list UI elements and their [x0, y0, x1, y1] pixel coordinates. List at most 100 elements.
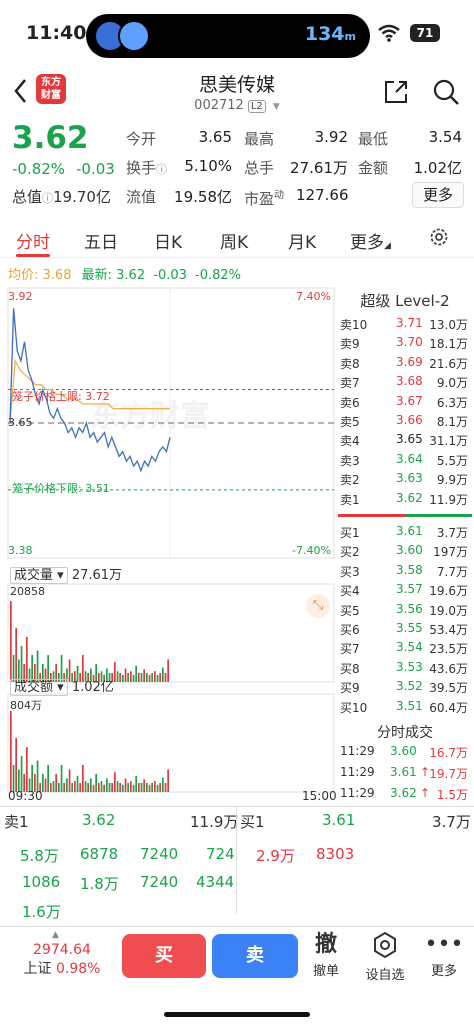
ticks-title: 分时成交 [377, 725, 433, 741]
amount-bar [154, 781, 156, 792]
tick-time: 11:29 [340, 765, 375, 779]
total-value[interactable]: 总值ⓘ19.70亿 [12, 186, 111, 207]
index-ticker[interactable]: 2974.64 上证 0.98% [12, 938, 112, 984]
ask-row[interactable]: 卖7 3.68 9.0万 [340, 374, 468, 393]
tab-daily-k[interactable]: 日K [154, 228, 182, 253]
ask-price: 3.62 [396, 490, 423, 505]
status-bar: 11:40 134m 71 [0, 0, 474, 70]
bid-row[interactable]: 买2 3.60 197万 [340, 543, 468, 562]
tick-price: 3.60 [390, 744, 417, 758]
amount-bar [92, 784, 95, 792]
ask-row[interactable]: 卖10 3.71 13.0万 [340, 316, 468, 335]
tab-intraday[interactable]: 分时 [16, 228, 50, 253]
amount-bar [84, 781, 87, 792]
volume-label[interactable]: 成交量 ▾ 27.61万 [10, 564, 122, 584]
bid-price: 3.51 [396, 698, 423, 713]
volume-bar [124, 668, 127, 682]
share-icon[interactable] [382, 78, 410, 106]
pe-superscript: 动 [274, 190, 285, 201]
bid-label: 买3 [340, 564, 360, 579]
ask-volume: 18.1万 [429, 337, 468, 352]
volume-bar [140, 673, 143, 682]
buy-button[interactable]: 买 [122, 934, 206, 978]
amount-bar [55, 774, 57, 792]
amount-bar [82, 765, 84, 792]
amount-bar [12, 765, 15, 792]
volume-bar [135, 665, 137, 682]
bid-price: 3.52 [396, 679, 423, 694]
change-percent: -0.82% [12, 160, 66, 178]
ask-label: 卖2 [340, 473, 360, 488]
ask-row[interactable]: 卖8 3.69 21.6万 [340, 355, 468, 374]
more-stats-button[interactable]: 更多 [412, 182, 464, 208]
stat-label: 市盈动 [244, 186, 284, 209]
amount-bar [87, 783, 89, 792]
ask-row[interactable]: 卖3 3.64 5.5万 [340, 452, 468, 471]
gear-icon[interactable] [428, 226, 450, 248]
search-icon[interactable] [432, 78, 460, 106]
amount-label[interactable]: 成交额 ▾ 1.02亿 [10, 676, 114, 696]
ask-price: 3.63 [396, 471, 423, 486]
ask-row[interactable]: 卖9 3.70 18.1万 [340, 335, 468, 354]
bid-label: 买8 [340, 661, 360, 676]
tab-monthly-k[interactable]: 月K [288, 228, 316, 253]
bid-row[interactable]: 买1 3.61 3.7万 [340, 524, 468, 543]
clock: 11:40 [26, 22, 87, 44]
expand-icon[interactable]: ⤡ [306, 594, 330, 618]
amount-bar [36, 760, 39, 792]
y-low-label: 3.38 [8, 544, 33, 557]
tick-row: 11:29 3.61 ↑ 19.7万 [340, 765, 468, 783]
bid-row[interactable]: 买7 3.54 23.5万 [340, 640, 468, 659]
bid-row[interactable]: 买10 3.51 60.4万 [340, 699, 468, 718]
bid-row[interactable]: 买8 3.53 43.6万 [340, 660, 468, 679]
dynamic-island[interactable]: 134m [86, 14, 370, 58]
pct-high-label: 7.40% [296, 290, 331, 303]
bid-volume: 7.7万 [436, 564, 468, 579]
amount-selector[interactable]: 成交额 ▾ [10, 679, 68, 696]
stat-value: 3.92 [314, 128, 348, 146]
amount-bar [119, 783, 121, 792]
bid-row[interactable]: 买9 3.52 39.5万 [340, 679, 468, 698]
bid-label: 买10 [340, 700, 368, 715]
amount-bar [156, 784, 159, 792]
corner-arrow-icon: ◢ [384, 241, 391, 251]
sell-queue-item: 1.6万 [22, 903, 61, 921]
cancel-order-button[interactable]: 撤 撤单 [298, 930, 354, 979]
volume-max-label: 20858 [10, 585, 45, 598]
ask-row[interactable]: 卖4 3.65 31.1万 [340, 432, 468, 451]
latest-pct: -0.82% [195, 268, 242, 283]
sell-button[interactable]: 卖 [212, 934, 298, 978]
stat-label: 最低 [358, 130, 389, 148]
ask-volume: 11.9万 [429, 492, 468, 507]
tab-more[interactable]: 更多◢ [350, 228, 391, 253]
ask-price: 3.65 [396, 432, 423, 447]
stat-label: 流值 [126, 188, 157, 206]
ask-row[interactable]: 卖6 3.67 6.3万 [340, 394, 468, 413]
bid-row[interactable]: 买3 3.58 7.7万 [340, 563, 468, 582]
ask-row[interactable]: 卖5 3.66 8.1万 [340, 413, 468, 432]
more-button[interactable]: ••• 更多 [416, 930, 472, 979]
amount-bar [106, 778, 108, 792]
intraday-chart[interactable]: 东方财富 [0, 286, 336, 806]
bid-row[interactable]: 买4 3.57 19.6万 [340, 582, 468, 601]
ask-row[interactable]: 卖1 3.62 11.9万 [340, 491, 468, 510]
add-watchlist-button[interactable]: 设自选 [357, 930, 413, 983]
queue-panel: 卖1 3.62 11.9万 买1 3.61 3.7万 5.8万 6878 7240 7… [0, 806, 474, 921]
bid-label: 买2 [340, 545, 360, 560]
chart-tabs: 分时 五日 日K 周K 月K 更多◢ [0, 218, 474, 258]
volume-bar [10, 601, 12, 682]
amount-bar [20, 756, 23, 792]
bid-row[interactable]: 买6 3.55 53.4万 [340, 621, 468, 640]
tab-weekly-k[interactable]: 周K [220, 228, 248, 253]
stat-value: 127.66 [296, 186, 349, 204]
buy1-price: 3.61 [322, 811, 356, 829]
ask-row[interactable]: 卖2 3.63 9.9万 [340, 471, 468, 490]
amount-bar [60, 765, 63, 792]
bid-row[interactable]: 买5 3.56 19.0万 [340, 602, 468, 621]
tab-five-day[interactable]: 五日 [84, 228, 118, 253]
amount-bar [164, 783, 167, 792]
volume-bar [114, 662, 116, 682]
volume-selector[interactable]: 成交量 ▾ [10, 567, 68, 584]
more-dots-icon: ••• [424, 932, 464, 957]
amount-bar [44, 778, 47, 792]
